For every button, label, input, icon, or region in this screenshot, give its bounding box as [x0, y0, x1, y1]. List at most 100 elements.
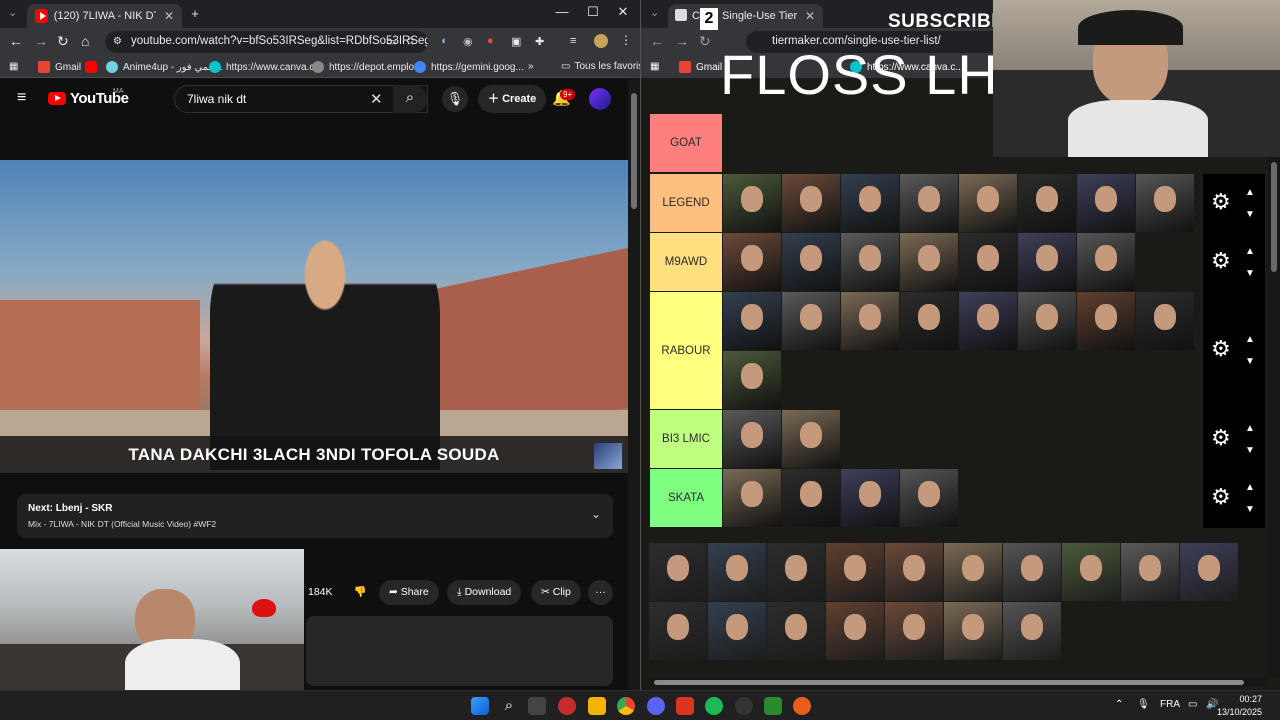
unranked-item-image[interactable]: [1180, 543, 1238, 601]
back-icon[interactable]: ←: [650, 33, 664, 49]
tier-item-image[interactable]: [782, 410, 840, 468]
like-count[interactable]: 184K: [308, 586, 333, 598]
page-scrollbar[interactable]: [628, 79, 640, 690]
search-input[interactable]: 7liwa nik dt: [174, 85, 428, 113]
tier-item-image[interactable]: [723, 351, 781, 409]
tier-item-image[interactable]: [1018, 233, 1076, 291]
search-button[interactable]: ⌕: [393, 85, 427, 113]
unranked-item-image[interactable]: [944, 543, 1002, 601]
account-avatar[interactable]: [589, 88, 611, 110]
close-tab-icon[interactable]: ✕: [164, 9, 174, 23]
clip-button[interactable]: ✂ Clip: [531, 580, 581, 605]
unranked-item-image[interactable]: [649, 543, 707, 601]
tier-item-image[interactable]: [1077, 233, 1135, 291]
bookmark-gmail[interactable]: Gmail: [679, 61, 722, 73]
unranked-item-image[interactable]: [708, 602, 766, 660]
file-explorer-icon[interactable]: [588, 697, 606, 715]
clear-search-icon[interactable]: ✕: [370, 90, 383, 108]
unranked-item-image[interactable]: [944, 602, 1002, 660]
hamburger-menu-icon[interactable]: ≡: [17, 89, 26, 107]
extension-icon[interactable]: ▣: [511, 35, 521, 48]
task-view-icon[interactable]: [528, 697, 546, 715]
tier-label[interactable]: SKATA: [650, 469, 722, 527]
unranked-item-image[interactable]: [885, 602, 943, 660]
scrollbar-thumb[interactable]: [1271, 162, 1277, 272]
unranked-item-image[interactable]: [1121, 543, 1179, 601]
bookmark-anime4up[interactable]: Anime4up - انمي فور...: [106, 61, 223, 73]
start-windows-icon[interactable]: [471, 697, 489, 715]
move-tier-down-icon[interactable]: ▼: [1245, 204, 1255, 226]
scrollbar-thumb[interactable]: [631, 93, 637, 209]
download-button[interactable]: ⤓ Download: [447, 580, 522, 605]
move-tier-up-icon[interactable]: ▲: [1245, 477, 1255, 499]
tier-label[interactable]: GOAT: [650, 114, 722, 172]
tier-item-image[interactable]: [959, 174, 1017, 232]
close-tab-icon[interactable]: ✕: [805, 9, 815, 23]
tier-settings-gear-icon[interactable]: ⚙: [1211, 248, 1231, 274]
move-tier-down-icon[interactable]: ▼: [1245, 351, 1255, 373]
extensions-puzzle-icon[interactable]: ✚: [535, 35, 544, 48]
move-tier-up-icon[interactable]: ▲: [1245, 329, 1255, 351]
tier-settings-gear-icon[interactable]: ⚙: [1211, 189, 1231, 215]
new-tab-button[interactable]: +: [180, 6, 210, 21]
unranked-item-image[interactable]: [767, 543, 825, 601]
tier-label[interactable]: LEGEND: [650, 174, 722, 232]
tier-label[interactable]: RABOUR: [650, 292, 722, 409]
more-actions-button[interactable]: ···: [588, 580, 613, 605]
unranked-item-image[interactable]: [708, 543, 766, 601]
tray-overflow-icon[interactable]: ⌃: [1115, 699, 1123, 710]
move-tier-down-icon[interactable]: ▼: [1245, 263, 1255, 285]
description-box[interactable]: [306, 616, 613, 686]
site-info-icon[interactable]: ⚙: [113, 36, 122, 47]
tier-item-image[interactable]: [900, 292, 958, 350]
extension-icon[interactable]: ●: [487, 35, 494, 47]
tier-item-image[interactable]: [959, 292, 1017, 350]
tier-scrollbar[interactable]: [1268, 157, 1280, 677]
up-next-card[interactable]: Next: Lbenj - SKR Mix - 7LIWA - NIK DT (…: [17, 494, 613, 538]
tier-item-image[interactable]: [1136, 174, 1194, 232]
tier-item-image[interactable]: [723, 233, 781, 291]
extension-icon[interactable]: ◉: [463, 35, 473, 48]
tier-item-image[interactable]: [723, 292, 781, 350]
move-tier-down-icon[interactable]: ▼: [1245, 440, 1255, 462]
tier-item-image[interactable]: [900, 233, 958, 291]
scrollbar-thumb[interactable]: [654, 680, 1244, 685]
move-tier-down-icon[interactable]: ▼: [1245, 499, 1255, 521]
bookmark-gemini[interactable]: https://gemini.goog...: [414, 61, 524, 73]
app-icon[interactable]: [793, 697, 811, 715]
bookmark-gmail[interactable]: Gmail: [38, 61, 81, 73]
tier-item-image[interactable]: [782, 469, 840, 527]
microphone-icon[interactable]: 🎙: [1137, 699, 1150, 710]
forward-icon[interactable]: →: [675, 33, 689, 49]
close-window-button[interactable]: ✕: [608, 4, 638, 20]
horizontal-scrollbar[interactable]: [648, 677, 1268, 687]
tier-item-image[interactable]: [1077, 174, 1135, 232]
network-icon[interactable]: ▭: [1188, 699, 1197, 710]
obs-icon[interactable]: [735, 697, 753, 715]
discord-icon[interactable]: [647, 697, 665, 715]
app-icon[interactable]: [764, 697, 782, 715]
extension-icon[interactable]: ◖: [440, 35, 447, 47]
minimize-button[interactable]: —: [547, 4, 577, 19]
reload-icon[interactable]: ↻: [57, 33, 69, 50]
unranked-item-image[interactable]: [1003, 602, 1061, 660]
back-icon[interactable]: ←: [9, 33, 23, 49]
tier-item-image[interactable]: [782, 174, 840, 232]
unranked-item-image[interactable]: [1062, 543, 1120, 601]
tier-item-image[interactable]: [782, 233, 840, 291]
apps-grid-icon[interactable]: ▦: [650, 61, 659, 72]
share-button[interactable]: ➦ Share: [379, 580, 439, 605]
tier-item-image[interactable]: [1018, 292, 1076, 350]
tier-settings-gear-icon[interactable]: ⚙: [1211, 336, 1231, 362]
tier-item-image[interactable]: [900, 174, 958, 232]
move-tier-up-icon[interactable]: ▲: [1245, 418, 1255, 440]
unranked-item-image[interactable]: [767, 602, 825, 660]
tier-item-image[interactable]: [1136, 292, 1194, 350]
search-icon[interactable]: ⌕: [500, 697, 518, 715]
tier-item-image[interactable]: [900, 469, 958, 527]
cast-icon[interactable]: ▭: [386, 35, 396, 48]
chevron-down-icon[interactable]: ⌄: [591, 507, 601, 521]
language-indicator[interactable]: FRA: [1160, 699, 1180, 710]
unranked-item-image[interactable]: [885, 543, 943, 601]
move-tier-up-icon[interactable]: ▲: [1245, 182, 1255, 204]
